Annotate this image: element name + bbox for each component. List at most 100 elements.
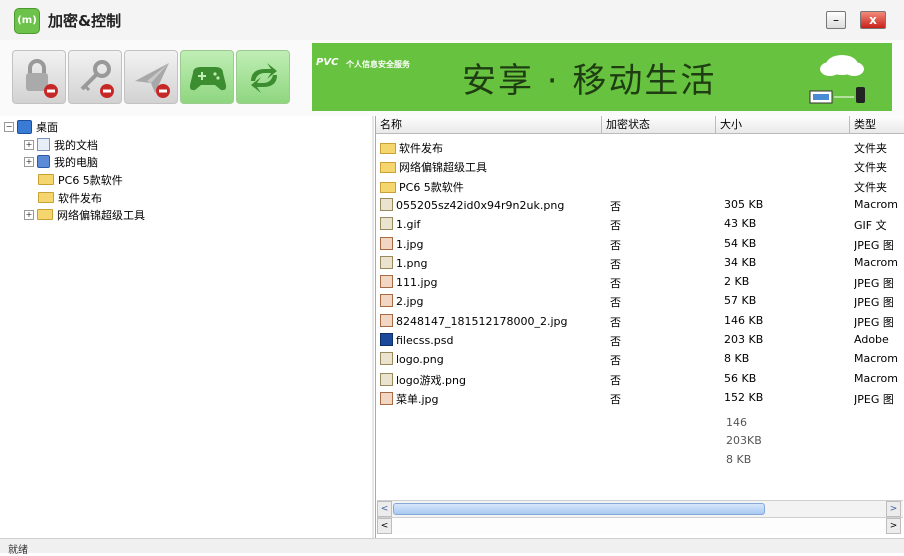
table-row[interactable]: 2.jpg 否 57 KB JPEG 图: [376, 292, 904, 311]
encryption-status-cell: 否: [610, 238, 621, 252]
file-name: logo游戏.png: [396, 373, 466, 387]
expand-icon[interactable]: +: [24, 209, 34, 220]
file-name: 2.jpg: [396, 295, 424, 309]
tree-item-computer[interactable]: + 我的电脑: [24, 153, 98, 170]
file-size-cell: 203 KB: [724, 333, 764, 346]
scrollbar-thumb[interactable]: [393, 503, 765, 515]
expand-icon[interactable]: +: [24, 139, 34, 150]
file-name-cell: 055205sz42id0x94r9n2uk.png: [380, 197, 600, 212]
file-type-cell: JPEG 图: [854, 277, 894, 291]
table-row[interactable]: 111.jpg 否 2 KB JPEG 图: [376, 273, 904, 292]
pane-splitter[interactable]: [372, 116, 374, 538]
column-header-size[interactable]: 大小: [716, 116, 850, 134]
ghost-size-text: 8 KB: [726, 453, 752, 466]
scroll-right-button[interactable]: >: [886, 501, 901, 517]
ghost-size-text: 146: [726, 416, 747, 429]
png-file-icon: [380, 352, 393, 366]
expand-icon[interactable]: +: [24, 156, 34, 167]
table-row[interactable]: 055205sz42id0x94r9n2uk.png 否 305 KB Macrom: [376, 196, 904, 215]
table-row[interactable]: logo游戏.png 否 56 KB Macrom: [376, 370, 904, 389]
secondary-scrollbar[interactable]: < >: [377, 517, 903, 534]
tree-item-pc6[interactable]: PC6 5款软件: [38, 171, 123, 188]
brand-tagline: 个人信息安全服务: [346, 60, 410, 69]
file-type-cell: JPEG 图: [854, 392, 894, 406]
encrypt-button[interactable]: [12, 50, 66, 104]
file-type-cell: JPEG 图: [854, 315, 894, 329]
file-size-cell: 146 KB: [724, 313, 764, 327]
file-size-cell: 34 KB: [724, 255, 757, 269]
encryption-status-cell: 否: [610, 219, 621, 233]
tree-item-desktop[interactable]: − 桌面: [4, 118, 58, 135]
table-row[interactable]: 1.gif 否 43 KB GIF 文: [376, 215, 904, 234]
file-name: 菜单.jpg: [396, 392, 439, 406]
game-control-button[interactable]: [180, 50, 234, 104]
scroll-left-button[interactable]: <: [377, 518, 392, 534]
file-name-cell: logo游戏.png: [380, 372, 600, 388]
collapse-icon[interactable]: −: [4, 121, 14, 132]
encryption-status-cell: 否: [610, 277, 621, 291]
computer-icon: [37, 155, 50, 168]
tree-item-label: 软件发布: [58, 191, 102, 205]
file-name-cell: PC6 5款软件: [380, 179, 600, 195]
decrypt-button[interactable]: [68, 50, 122, 104]
file-name-cell: 111.jpg: [380, 275, 600, 289]
app-logo-icon: (m): [14, 8, 40, 34]
folder-icon: [380, 162, 396, 174]
tree-item-documents[interactable]: + 我的文档: [24, 136, 98, 153]
jpg-file-icon: [380, 294, 393, 308]
encryption-status-cell: 否: [610, 315, 621, 329]
table-row[interactable]: 网络偏锦超级工具 文件夹: [376, 157, 904, 176]
encryption-status-cell: 否: [610, 257, 621, 271]
desktop-icon: [17, 119, 32, 134]
file-type-cell: Macrom: [854, 352, 899, 366]
table-row[interactable]: logo.png 否 8 KB Macrom: [376, 350, 904, 369]
promo-banner: PVC 个人信息安全服务 安享 · 移动生活: [312, 43, 892, 111]
table-row[interactable]: 软件发布 文件夹: [376, 138, 904, 157]
sync-icon: [251, 63, 277, 93]
file-name-cell: 8248147_181512178000_2.jpg: [380, 313, 600, 328]
minimize-button[interactable]: –: [826, 11, 846, 29]
column-header-name[interactable]: 名称: [376, 116, 602, 134]
file-name: 1.jpg: [396, 237, 424, 251]
table-row[interactable]: 8248147_181512178000_2.jpg 否 146 KB JPEG 图: [376, 312, 904, 331]
encryption-status-cell: 否: [610, 199, 621, 213]
column-header-type[interactable]: 类型: [850, 116, 904, 134]
file-size-cell: 152 KB: [724, 390, 764, 404]
horizontal-scrollbar[interactable]: < >: [377, 500, 903, 517]
table-row[interactable]: PC6 5款软件 文件夹: [376, 177, 904, 196]
table-row[interactable]: 菜单.jpg 否 152 KB JPEG 图: [376, 389, 904, 408]
encryption-status-cell: 否: [610, 373, 621, 387]
png-file-icon: [380, 217, 393, 231]
file-name: 8248147_181512178000_2.jpg: [396, 314, 568, 328]
psd-file-icon: [380, 333, 393, 346]
send-forbidden-icon: [135, 63, 170, 98]
scroll-right-button[interactable]: >: [886, 518, 901, 534]
file-size-cell: 57 KB: [724, 294, 757, 308]
column-header-encryption[interactable]: 加密状态: [602, 116, 716, 134]
file-type-cell: Macrom: [854, 255, 899, 269]
tree-item-network-tools[interactable]: + 网络偏锦超级工具: [24, 206, 145, 223]
file-name-cell: 菜单.jpg: [380, 391, 600, 407]
tree-item-software-release[interactable]: 软件发布: [38, 189, 102, 206]
tree-item-label: 桌面: [36, 120, 58, 134]
folder-tree: − 桌面 + 我的文档 + 我的电脑 PC6 5款软件 软件发布 + 网络偏锦超…: [0, 116, 372, 538]
jpg-file-icon: [380, 313, 393, 327]
send-button[interactable]: [124, 50, 178, 104]
file-list: 名称 加密状态 大小 类型 软件发布 文件夹网络偏锦超级工具 文件夹 PC6 5款软件…: [375, 116, 904, 538]
tree-item-label: 我的电脑: [54, 155, 98, 169]
file-name: 网络偏锦超级工具: [399, 161, 487, 175]
file-type-cell: 文件夹: [854, 161, 887, 175]
file-type-cell: JPEG 图: [854, 238, 894, 252]
scroll-left-button[interactable]: <: [377, 501, 392, 517]
close-button[interactable]: x: [860, 11, 886, 29]
table-row[interactable]: 1.jpg 否 54 KB JPEG 图: [376, 235, 904, 254]
file-name: 软件发布: [399, 142, 443, 155]
sync-button[interactable]: [236, 50, 290, 104]
file-type-cell: GIF 文: [854, 219, 887, 233]
table-row[interactable]: 1.png 否 34 KB Macrom: [376, 254, 904, 273]
encryption-status-cell: 否: [610, 354, 621, 368]
file-size-cell: 54 KB: [724, 236, 757, 250]
file-name-cell: 网络偏锦超级工具: [380, 159, 600, 175]
file-name: 111.jpg: [396, 276, 438, 290]
table-row[interactable]: filecss.psd 否 203 KB Adobe: [376, 331, 904, 350]
